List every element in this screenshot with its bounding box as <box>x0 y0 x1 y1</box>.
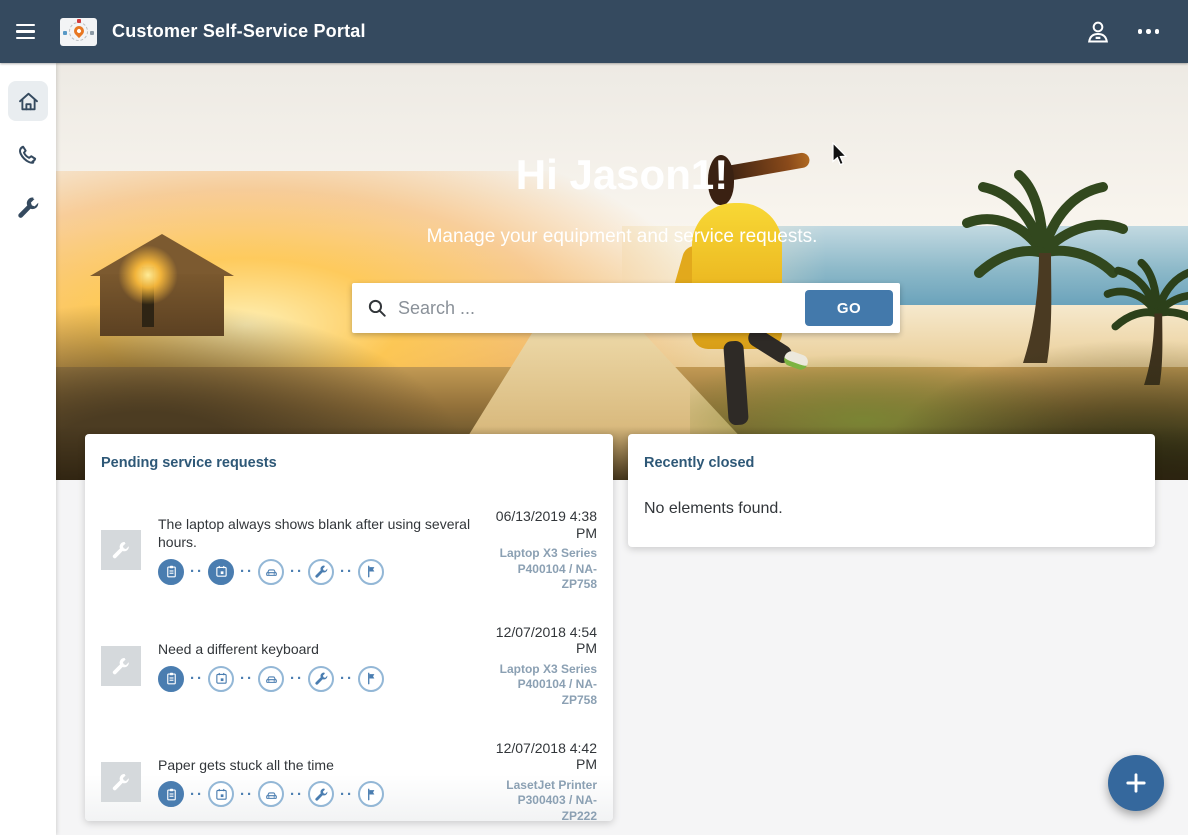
stage-clipboard-icon <box>158 559 184 585</box>
card-header: Pending service requests <box>85 434 613 478</box>
plus-icon <box>1124 771 1148 795</box>
service-request-item[interactable]: Need a different keyboard ·· ·· ·· ·· 12… <box>85 624 613 709</box>
hero-greeting: Hi Jason1! <box>56 151 1188 199</box>
status-stage-track: ·· ·· ·· ·· <box>158 781 474 807</box>
request-datetime: 06/13/2019 4:38 PM <box>491 508 597 541</box>
wrench-icon <box>16 195 41 220</box>
phone-icon <box>16 142 41 167</box>
wrench-icon <box>111 656 131 676</box>
card-title: Pending service requests <box>101 455 277 471</box>
request-datetime: 12/07/2018 4:54 PM <box>491 624 597 657</box>
request-list: The laptop always shows blank after usin… <box>85 508 613 824</box>
service-request-item[interactable]: Paper gets stuck all the time ·· ·· ·· ·… <box>85 740 613 825</box>
request-thumbnail <box>101 530 141 570</box>
request-product-link[interactable]: Laptop X3 Series P400104 / NA-ZP758 <box>491 546 597 593</box>
hero-photo: Hi Jason1! Manage your equipment and ser… <box>56 63 1188 480</box>
stage-flag-icon <box>358 666 384 692</box>
stage-car-icon <box>258 781 284 807</box>
stage-calendar-icon <box>208 666 234 692</box>
stage-wrench-icon <box>308 781 334 807</box>
request-product-link[interactable]: Laptop X3 Series P400104 / NA-ZP758 <box>491 662 597 709</box>
wrench-icon <box>111 772 131 792</box>
go-button[interactable]: GO <box>805 290 893 326</box>
stage-flag-icon <box>358 781 384 807</box>
request-datetime: 12/07/2018 4:42 PM <box>491 740 597 773</box>
hero-subtitle: Manage your equipment and service reques… <box>56 226 1188 248</box>
stage-car-icon <box>258 666 284 692</box>
photo-shape <box>90 234 260 347</box>
sidebar-item-home[interactable] <box>8 81 48 121</box>
stage-calendar-icon <box>208 559 234 585</box>
shell-bar: Customer Self-Service Portal <box>0 0 1188 63</box>
search-bar: GO <box>352 283 900 333</box>
empty-message: No elements found. <box>628 478 1155 540</box>
stage-wrench-icon <box>308 559 334 585</box>
app-title: Customer Self-Service Portal <box>112 21 366 42</box>
stage-clipboard-icon <box>158 666 184 692</box>
search-input[interactable] <box>398 298 805 319</box>
request-title: Need a different keyboard <box>158 641 474 659</box>
service-request-item[interactable]: The laptop always shows blank after usin… <box>85 508 613 593</box>
request-title: Paper gets stuck all the time <box>158 757 474 775</box>
card-title: Recently closed <box>644 455 754 471</box>
portal-logo-icon <box>60 18 97 46</box>
search-icon <box>366 297 388 319</box>
request-title: The laptop always shows blank after usin… <box>158 516 474 552</box>
wrench-icon <box>111 540 131 560</box>
stage-clipboard-icon <box>158 781 184 807</box>
main-content: Hi Jason1! Manage your equipment and ser… <box>56 63 1188 835</box>
status-stage-track: ·· ·· ·· ·· <box>158 559 474 585</box>
pending-requests-card: Pending service requests The laptop alwa… <box>85 434 613 821</box>
request-thumbnail <box>101 762 141 802</box>
stage-wrench-icon <box>308 666 334 692</box>
request-product-link[interactable]: LasetJet Printer P300403 / NA-ZP222 <box>491 778 597 825</box>
person-icon[interactable] <box>1084 18 1112 46</box>
stage-car-icon <box>258 559 284 585</box>
add-request-fab-button[interactable] <box>1108 755 1164 811</box>
photo-shape <box>142 267 154 327</box>
sidebar-item-contact[interactable] <box>8 134 48 174</box>
hamburger-icon[interactable] <box>16 19 42 45</box>
request-thumbnail <box>101 646 141 686</box>
stage-calendar-icon <box>208 781 234 807</box>
side-navigation <box>0 63 56 835</box>
home-icon <box>16 89 41 114</box>
stage-flag-icon <box>358 559 384 585</box>
card-header: Recently closed <box>628 434 1155 478</box>
sidebar-item-service[interactable] <box>8 187 48 227</box>
overflow-dots-icon[interactable] <box>1136 23 1162 40</box>
recently-closed-card: Recently closed No elements found. <box>628 434 1155 547</box>
status-stage-track: ·· ·· ·· ·· <box>158 666 474 692</box>
